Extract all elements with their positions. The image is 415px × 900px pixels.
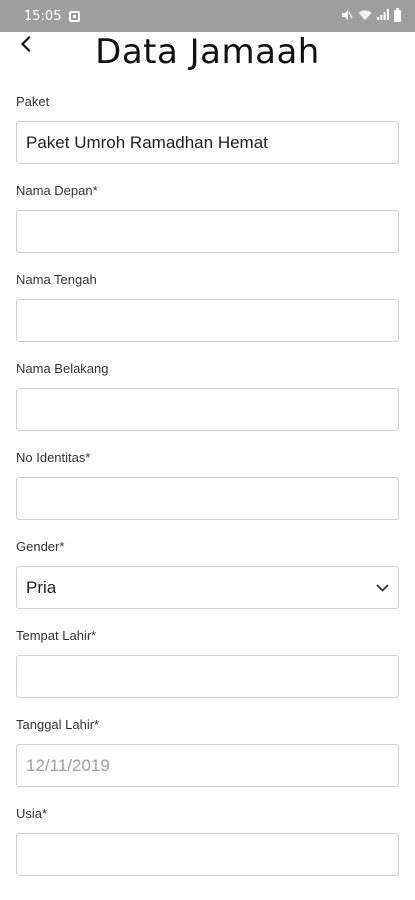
notification-icon	[69, 10, 81, 22]
paket-field[interactable]: Paket Umroh Ramadhan Hemat	[16, 121, 399, 164]
tempat-lahir-label: Tempat Lahir*	[16, 628, 97, 643]
signal-icon	[377, 9, 389, 23]
no-identitas-input[interactable]	[26, 478, 389, 519]
field-group-paket: Paket Paket Umroh Ramadhan Hemat	[16, 93, 399, 182]
field-group-nama-tengah: Nama Tengah	[16, 271, 399, 360]
nama-belakang-input[interactable]	[26, 389, 389, 430]
usia-label: Usia*	[16, 806, 48, 821]
field-group-no-identitas: No Identitas*	[16, 449, 399, 538]
gender-select[interactable]: Pria	[16, 566, 399, 609]
tanggal-lahir-input[interactable]	[26, 745, 389, 786]
status-bar: 15:05	[0, 0, 415, 32]
nama-tengah-input[interactable]	[26, 300, 389, 341]
tempat-lahir-input[interactable]	[26, 656, 389, 697]
nama-tengah-box	[16, 299, 399, 342]
status-time: 15:05	[24, 8, 62, 24]
usia-box	[16, 833, 399, 876]
header: Data Jamaah	[0, 32, 415, 82]
paket-value: Paket Umroh Ramadhan Hemat	[26, 132, 268, 152]
usia-input[interactable]	[26, 834, 389, 875]
tanggal-lahir-label: Tanggal Lahir*	[16, 717, 100, 732]
battery-icon	[394, 8, 401, 22]
field-group-tempat-lahir: Tempat Lahir*	[16, 627, 399, 716]
nama-depan-box	[16, 210, 399, 253]
nama-tengah-label: Nama Tengah	[16, 272, 97, 287]
field-group-tanggal-lahir: Tanggal Lahir*	[16, 716, 399, 805]
nama-belakang-label: Nama Belakang	[16, 361, 109, 376]
field-group-nama-depan: Nama Depan*	[16, 182, 399, 271]
nama-belakang-box	[16, 388, 399, 431]
field-group-usia: Usia*	[16, 805, 399, 894]
no-identitas-box	[16, 477, 399, 520]
tanggal-lahir-box	[16, 744, 399, 787]
field-group-nama-belakang: Nama Belakang	[16, 360, 399, 449]
wifi-icon	[358, 9, 372, 24]
nama-depan-label: Nama Depan*	[16, 183, 98, 198]
jamaah-form: Paket Paket Umroh Ramadhan Hemat Nama De…	[16, 93, 399, 894]
tempat-lahir-box	[16, 655, 399, 698]
paket-label: Paket	[16, 94, 50, 109]
page-title: Data Jamaah	[95, 32, 320, 72]
chevron-down-icon	[375, 581, 389, 595]
gender-label: Gender*	[16, 539, 65, 554]
field-group-gender: Gender* Pria	[16, 538, 399, 627]
gender-value: Pria	[26, 577, 57, 597]
nama-depan-input[interactable]	[26, 211, 389, 252]
no-identitas-label: No Identitas*	[16, 450, 91, 465]
mute-icon	[341, 9, 353, 24]
